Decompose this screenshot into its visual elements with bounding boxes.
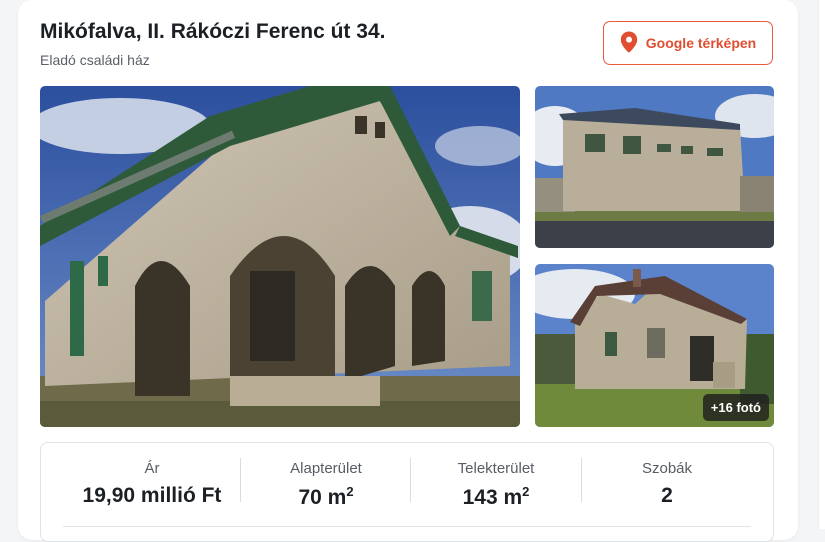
thumbnail-photo[interactable]	[535, 86, 774, 248]
stat-value: 2	[661, 484, 673, 507]
stat-floor-area: Alapterület 70 m2	[241, 443, 411, 510]
thumbnail-photo[interactable]: +16 fotó	[535, 264, 774, 427]
stat-value: 19,90 millió Ft	[82, 484, 222, 507]
stat-label: Ár	[144, 460, 160, 477]
adjacent-panel-edge	[818, 0, 825, 529]
stat-price: Ár 19,90 millió Ft	[67, 443, 237, 508]
more-photos-badge[interactable]: +16 fotó	[702, 394, 769, 421]
unit-exponent: 2	[346, 484, 354, 499]
house-front-image	[40, 86, 520, 427]
stat-rooms: Szobák 2	[582, 443, 752, 508]
unit-exponent: 2	[522, 484, 530, 499]
google-maps-button[interactable]: Google térképen	[603, 21, 773, 65]
section-divider	[63, 526, 751, 527]
map-pin-icon	[620, 31, 638, 56]
main-photo[interactable]	[40, 86, 520, 427]
stat-plot-area: Telekterület 143 m2	[411, 443, 581, 510]
listing-subtitle: Eladó családi ház	[40, 52, 150, 68]
listing-title: Mikófalva, II. Rákóczi Ferenc út 34.	[40, 20, 386, 43]
house-side-image	[535, 86, 774, 248]
google-maps-button-label: Google térképen	[645, 35, 757, 51]
stat-value: 143 m2	[462, 484, 530, 509]
stat-label: Alapterület	[290, 460, 362, 477]
stat-label: Szobák	[641, 460, 693, 477]
stat-label: Telekterület	[457, 460, 535, 477]
key-facts-panel: Ár 19,90 millió Ft Alapterület 70 m2 Tel…	[40, 442, 774, 542]
stat-value: 70 m2	[298, 484, 354, 509]
